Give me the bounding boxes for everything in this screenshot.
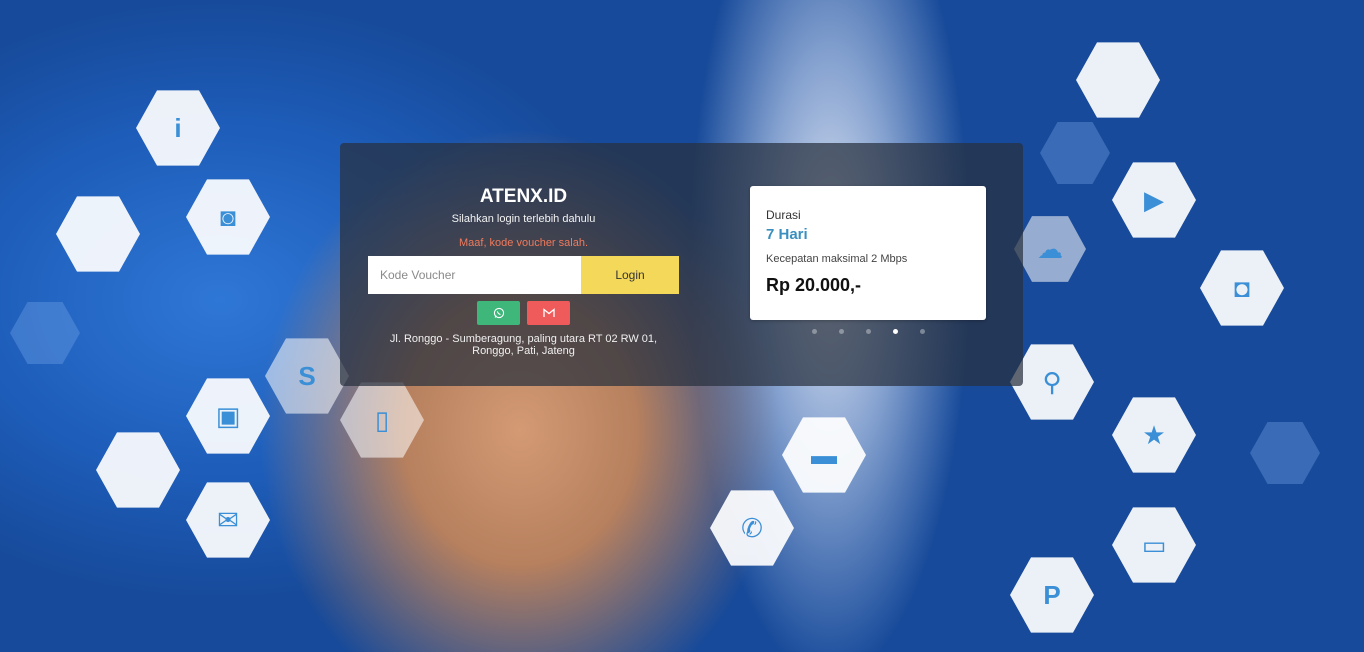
login-subtitle: Silahkan login terlebih dahulu (451, 213, 596, 225)
whatsapp-button[interactable] (477, 301, 520, 325)
cloud-icon: ☁ (1014, 216, 1086, 282)
duration-label: Durasi (766, 208, 801, 222)
hexagon-blank-icon (1250, 421, 1320, 485)
carousel-dot[interactable] (866, 329, 871, 334)
hexagon-blank-icon (96, 432, 180, 508)
speed-text: Kecepatan maksimal 2 Mbps (766, 253, 908, 265)
gmail-icon (542, 308, 555, 317)
hexagon-blank-icon (1076, 42, 1160, 118)
carousel-indicators (812, 329, 927, 335)
carousel-dot[interactable] (839, 329, 844, 334)
voucher-input[interactable] (368, 256, 581, 294)
video-icon: ▣ (186, 378, 270, 454)
hexagon-blank-icon (56, 196, 140, 272)
whatsapp-icon (493, 307, 504, 319)
address-text: Jl. Ronggo - Sumberagung, paling utara R… (389, 333, 658, 357)
message-icon: ▬ (782, 417, 866, 493)
camera-icon: ◙ (186, 179, 270, 255)
email-button[interactable] (527, 301, 570, 325)
star-icon: ★ (1112, 397, 1196, 473)
carousel-dot[interactable] (893, 329, 898, 334)
mail-icon: ✉ (186, 482, 270, 558)
chat-icon: ▭ (1112, 507, 1196, 583)
hexagon-blank-icon (10, 301, 80, 365)
phone-call-icon: ✆ (710, 490, 794, 566)
skype-icon: S (265, 338, 349, 414)
carousel-dot[interactable] (920, 329, 925, 334)
login-button[interactable]: Login (581, 256, 679, 294)
error-message: Maaf, kode voucher salah. (458, 237, 589, 249)
duration-value: 7 Hari (766, 226, 808, 243)
package-card[interactable]: Durasi 7 Hari Kecepatan maksimal 2 Mbps … (750, 186, 986, 320)
youtube-icon: ▶ (1112, 162, 1196, 238)
photo-icon: ◘ (1200, 250, 1284, 326)
carousel-dot[interactable] (812, 329, 817, 334)
info-icon: i (136, 90, 220, 166)
phone-icon: ▯ (340, 382, 424, 458)
brand-title: ATENX.ID (479, 186, 568, 207)
price-text: Rp 20.000,- (766, 275, 862, 295)
pinterest-icon: P (1010, 557, 1094, 633)
hexagon-blank-icon (1040, 121, 1110, 185)
